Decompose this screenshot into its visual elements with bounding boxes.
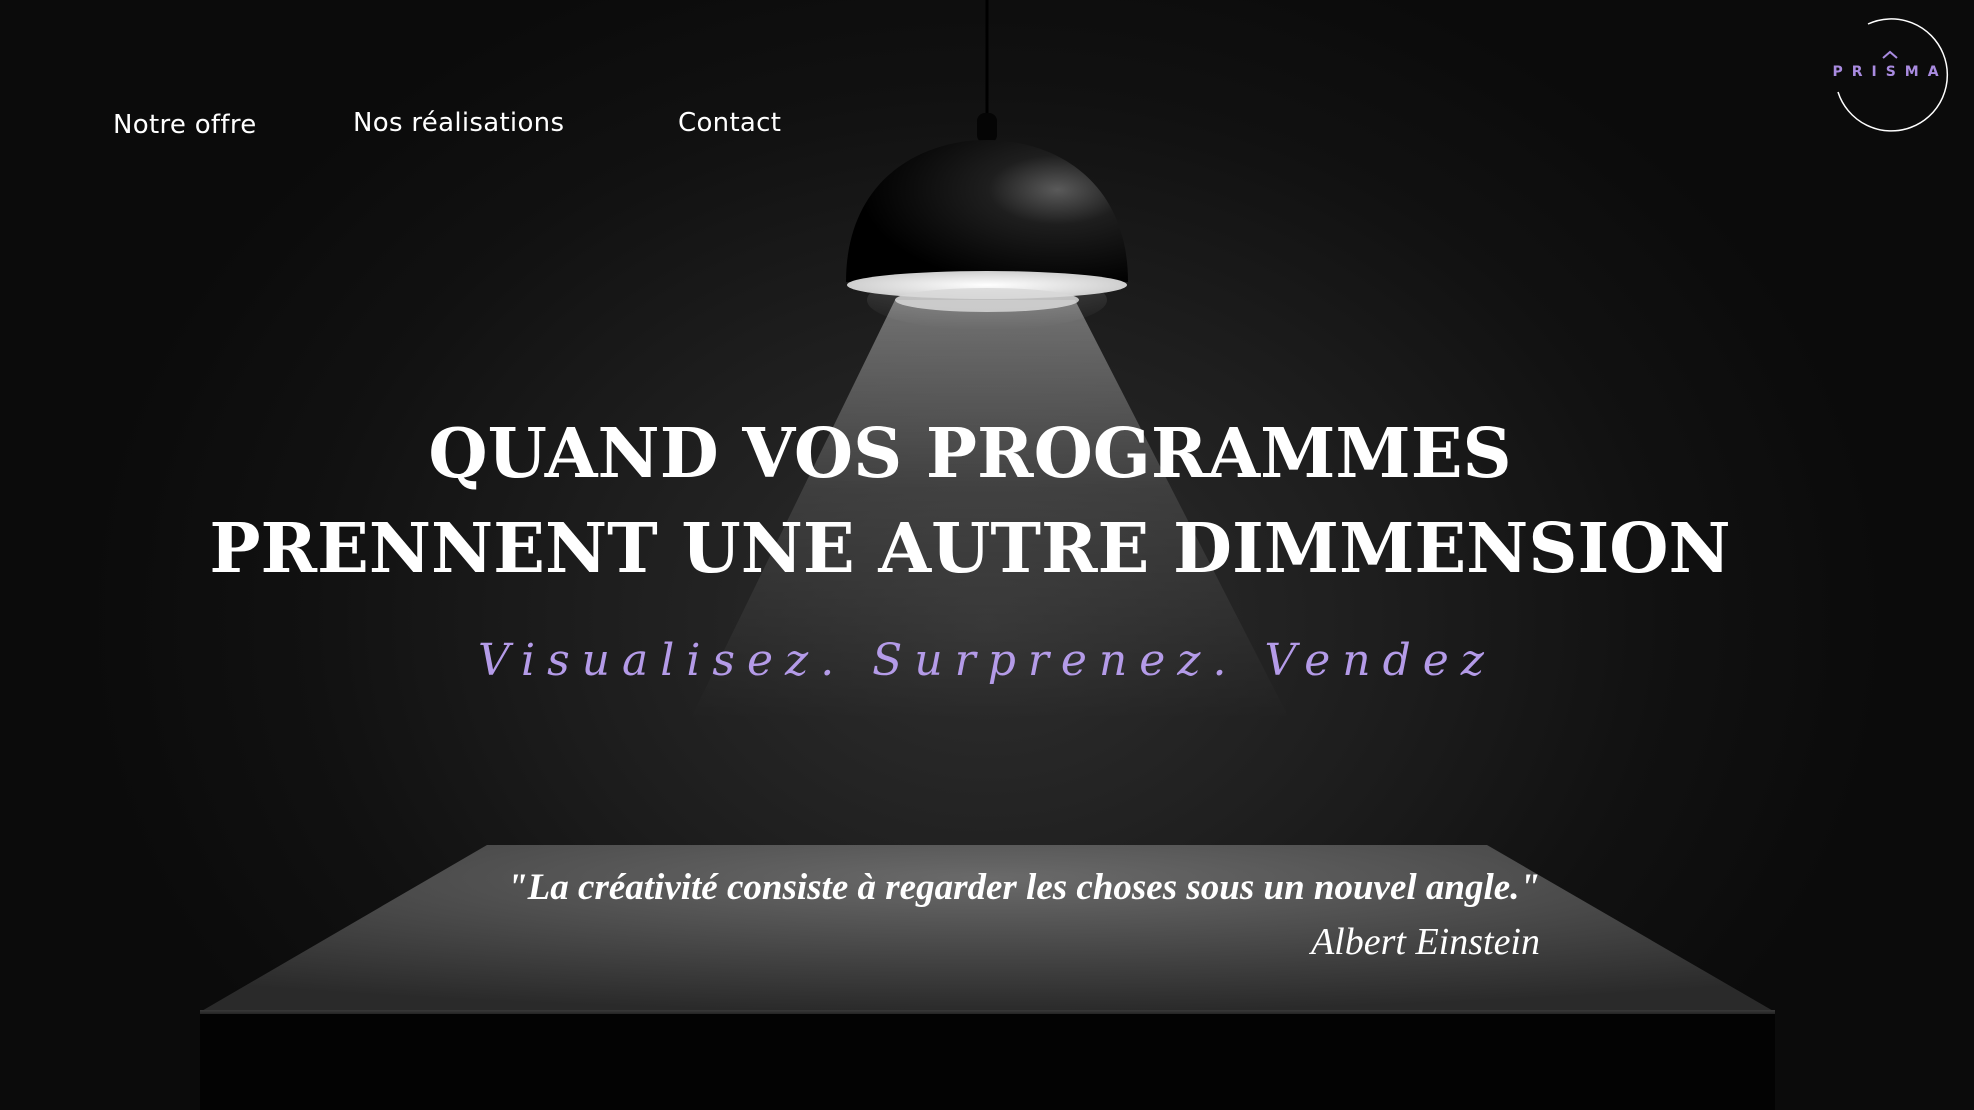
headline-line-1: QUAND VOS PROGRAMMES [428,414,1512,494]
prisma-logo[interactable]: PRISMA [1828,14,1952,138]
pendant-lamp-icon [846,0,1128,312]
logo-wordmark: PRISMA [1832,64,1948,80]
headline-line-2: PRENNENT UNE AUTRE DIMMENSION [209,509,1731,589]
nav-contact[interactable]: Contact [678,108,781,138]
quote-author: Albert Einstein [1310,921,1540,963]
quote-text: "La créativité consiste à regarder les c… [507,867,1540,908]
hero-page: Notre offre Nos réalisations Contact PRI… [0,0,1974,1110]
nav-notre-offre[interactable]: Notre offre [113,110,257,140]
nav-nos-realisations[interactable]: Nos réalisations [353,108,564,138]
tagline: Visualisez. Surprenez. Vendez [478,635,1496,686]
